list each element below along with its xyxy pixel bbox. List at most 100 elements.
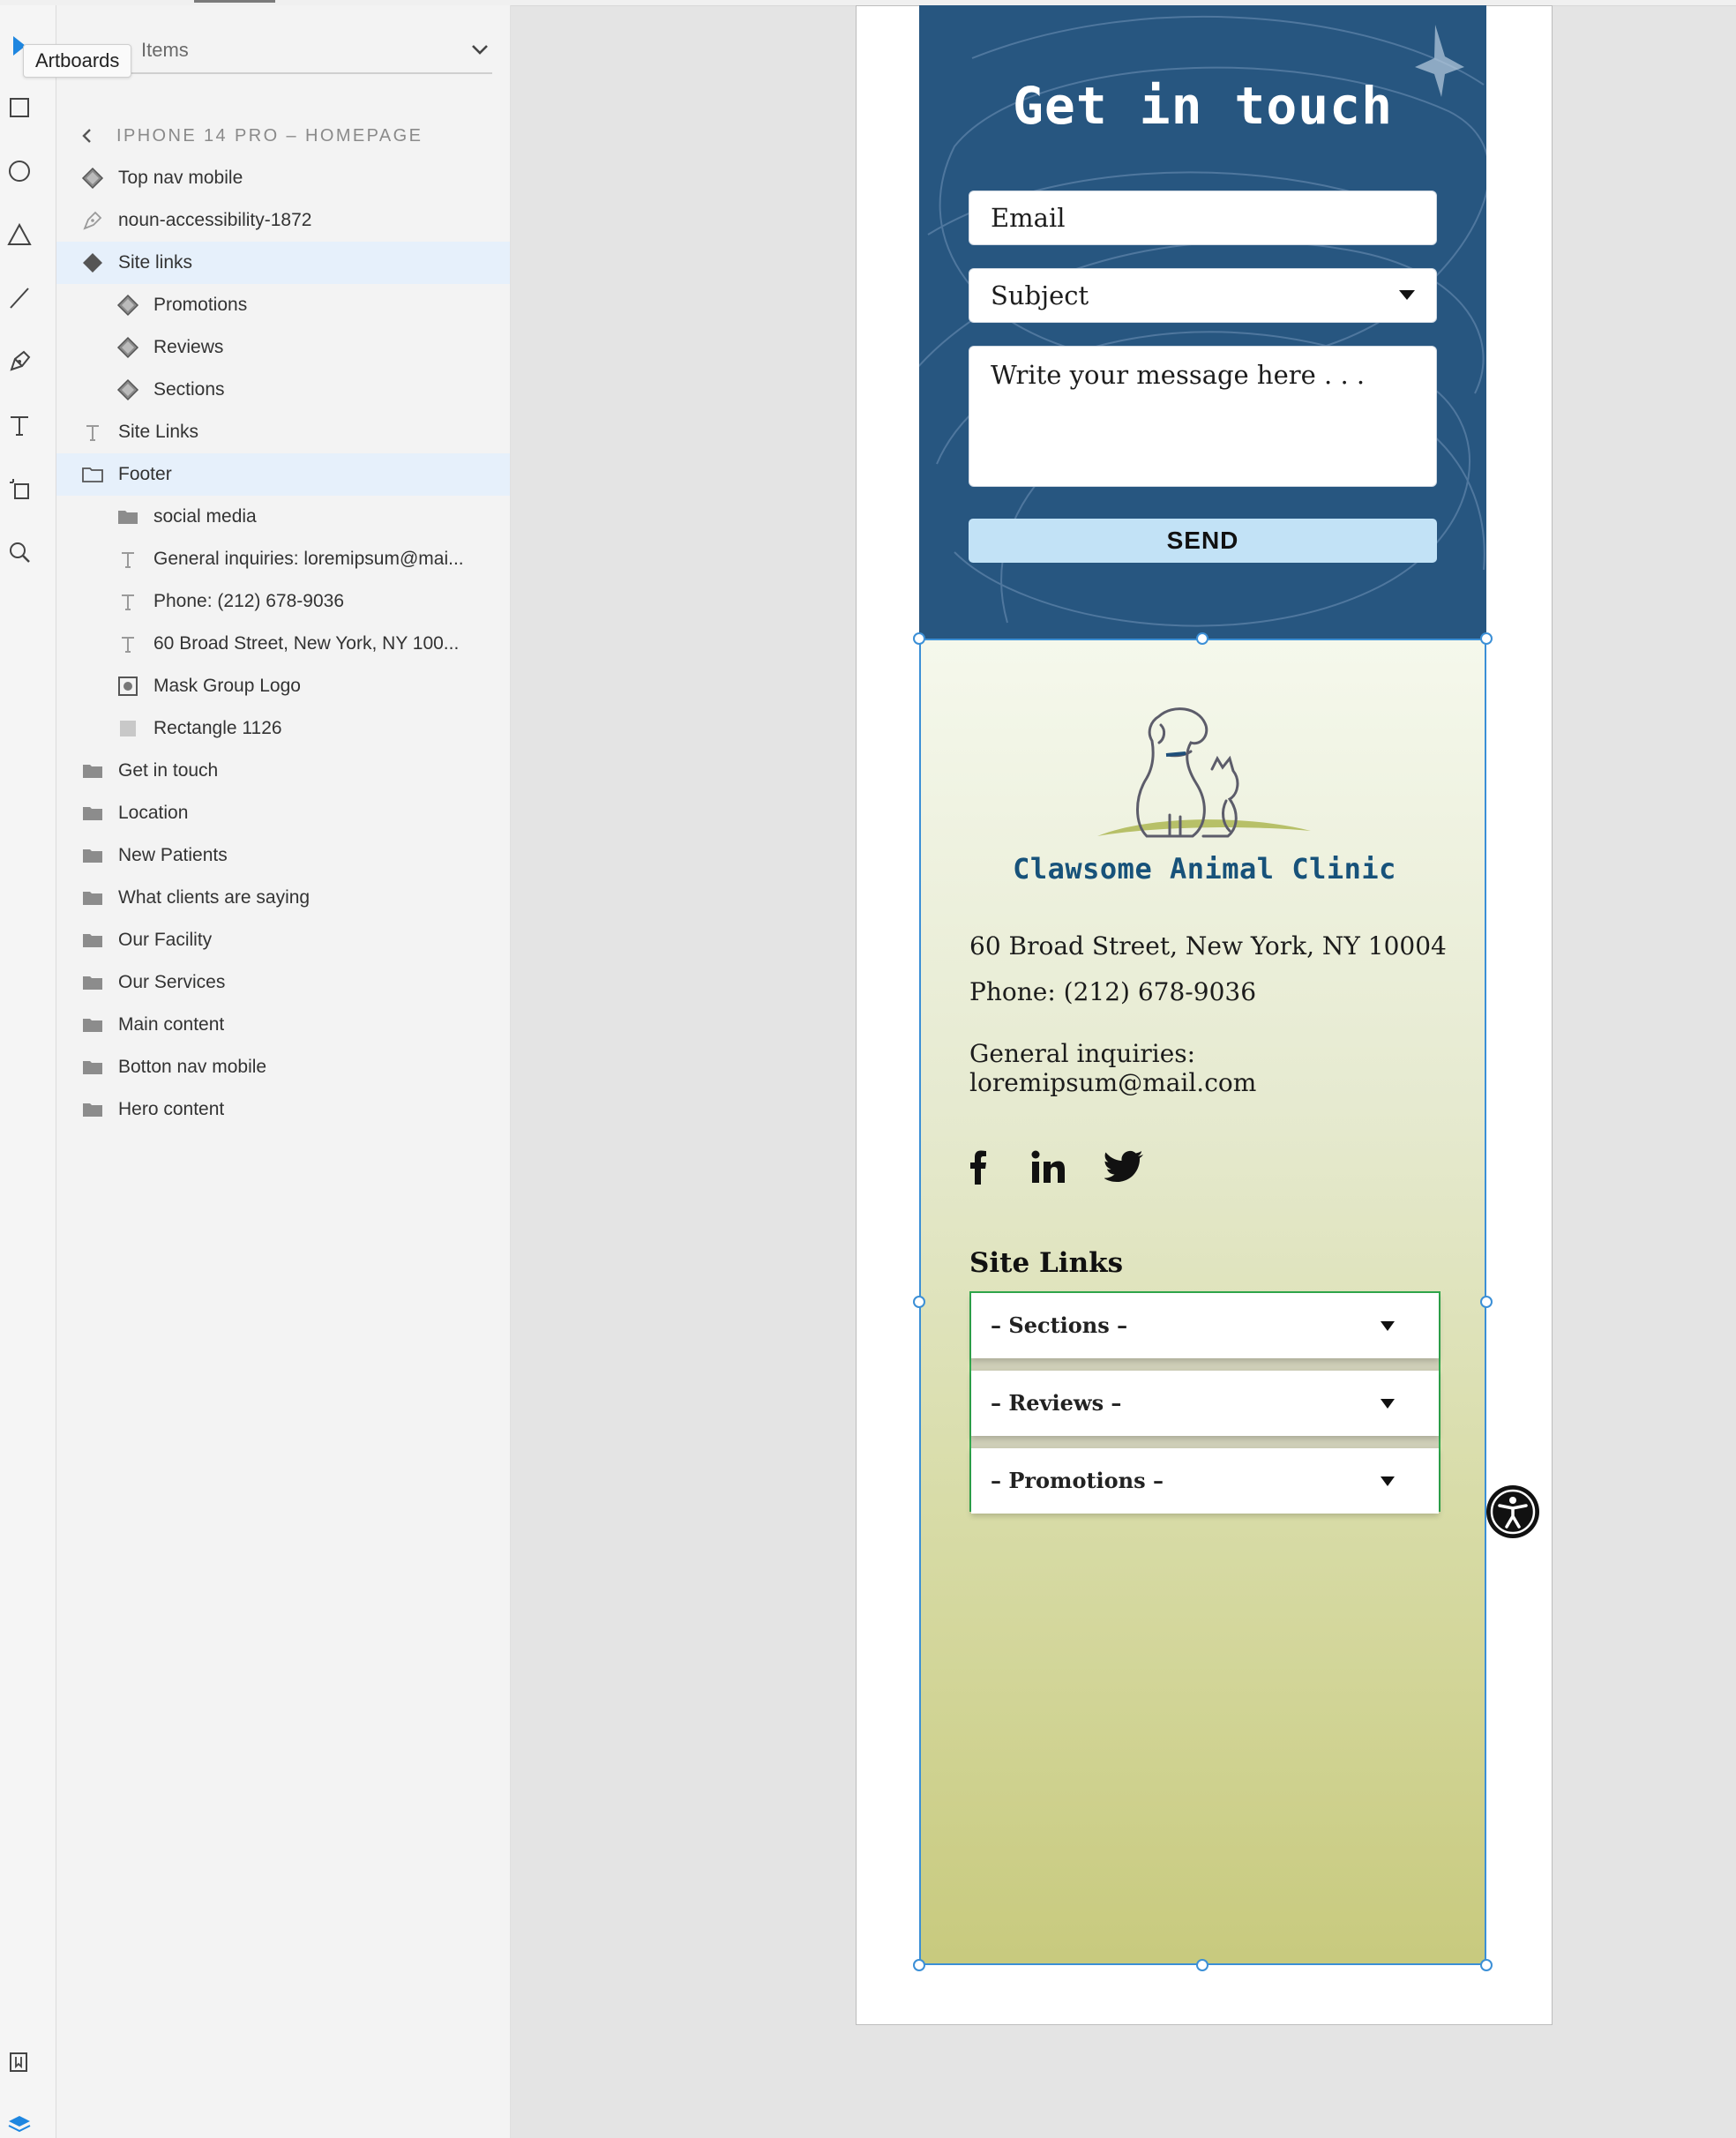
layer-row[interactable]: Phone: (212) 678-9036 [56, 580, 510, 623]
component-main-icon [81, 251, 104, 274]
text-tool-icon[interactable] [5, 411, 34, 439]
layer-label: General inquiries: loremipsum@mai... [153, 549, 464, 569]
subject-select[interactable]: Subject [969, 268, 1437, 323]
layer-label: Mask Group Logo [153, 676, 301, 696]
twitter-icon[interactable] [1104, 1145, 1143, 1189]
folder-icon [81, 844, 104, 867]
site-links-group: – Sections – – Reviews – – Promotions – [969, 1291, 1440, 1514]
layer-row[interactable]: Site links [56, 242, 510, 284]
layer-row[interactable]: Our Services [56, 961, 510, 1004]
active-tab-indicator [194, 0, 275, 3]
folder-icon [81, 1013, 104, 1036]
layer-label: Phone: (212) 678-9036 [153, 591, 344, 611]
layer-row[interactable]: New Patients [56, 834, 510, 877]
component-icon [116, 378, 139, 401]
layer-row[interactable]: 60 Broad Street, New York, NY 100... [56, 623, 510, 665]
mask-icon [116, 675, 139, 698]
rectangle-tool-icon[interactable] [5, 93, 34, 122]
chevron-left-icon[interactable] [78, 126, 97, 146]
footer-section[interactable]: Clawsome Animal Clinic 60 Broad Street, … [919, 639, 1486, 1965]
reviews-dropdown[interactable]: – Reviews – [971, 1371, 1439, 1436]
clinic-name: Clawsome Animal Clinic [1013, 852, 1396, 886]
pen-path-icon [81, 209, 104, 232]
layer-label: Our Facility [118, 930, 213, 950]
layer-row[interactable]: noun-accessibility-1872 [56, 199, 510, 242]
accessibility-icon[interactable] [1485, 1484, 1540, 1539]
folder-icon [81, 886, 104, 909]
layer-row[interactable]: What clients are saying [56, 877, 510, 919]
promotions-dropdown[interactable]: – Promotions – [971, 1448, 1439, 1514]
layer-label: Promotions [153, 295, 248, 315]
selection-handle[interactable] [913, 1959, 925, 1971]
layer-label: Get in touch [118, 760, 219, 781]
layer-label: Site Links [118, 422, 199, 442]
text-icon [116, 548, 139, 571]
layer-row[interactable]: social media [56, 496, 510, 538]
selection-handle[interactable] [1480, 1296, 1493, 1308]
text-icon [81, 421, 104, 444]
breadcrumb-label: IPHONE 14 PRO – HOMEPAGE [116, 125, 423, 146]
linkedin-icon[interactable] [1030, 1145, 1066, 1189]
layer-row[interactable]: Mask Group Logo [56, 665, 510, 707]
artboards-tooltip: Artboards [23, 44, 132, 78]
get-in-touch-section[interactable]: Get in touch Email Subject Write your me… [919, 5, 1486, 639]
email-text: General inquiries: loremipsum@mail.com [969, 1039, 1257, 1097]
pen-tool-icon[interactable] [5, 348, 34, 376]
selection-handle[interactable] [1480, 1959, 1493, 1971]
layer-row[interactable]: Top nav mobile [56, 157, 510, 199]
folder-icon [81, 929, 104, 952]
dropdown-label: – Sections – [991, 1312, 1128, 1338]
folder-icon [81, 759, 104, 782]
text-icon [116, 590, 139, 613]
chevron-down-icon[interactable] [468, 37, 492, 62]
layer-row[interactable]: Sections [56, 369, 510, 411]
layer-row[interactable]: Location [56, 792, 510, 834]
site-links-title: Site Links [969, 1247, 1124, 1279]
selection-handle[interactable] [1196, 1959, 1208, 1971]
layer-row[interactable]: Main content [56, 1004, 510, 1046]
layer-label: social media [153, 506, 257, 527]
panel-header[interactable]: Items [83, 34, 492, 74]
layer-row[interactable]: Our Facility [56, 919, 510, 961]
facebook-icon[interactable] [965, 1145, 991, 1189]
libraries-icon[interactable] [5, 2048, 34, 2076]
layer-row[interactable]: Botton nav mobile [56, 1046, 510, 1088]
layer-row[interactable]: Hero content [56, 1088, 510, 1131]
artboard-tool-icon[interactable] [5, 475, 34, 503]
tool-rail [0, 5, 56, 2138]
folder-icon [81, 1098, 104, 1121]
zoom-tool-icon[interactable] [5, 538, 34, 566]
rectangle-icon [116, 717, 139, 740]
layer-row[interactable]: Footer [56, 453, 510, 496]
layers-icon[interactable] [5, 2110, 34, 2138]
selection-handle[interactable] [1196, 632, 1208, 645]
breadcrumb[interactable]: IPHONE 14 PRO – HOMEPAGE [78, 122, 423, 150]
message-textarea[interactable]: Write your message here . . . [969, 346, 1437, 487]
layer-label: Footer [118, 464, 172, 484]
text-icon [116, 632, 139, 655]
layer-row[interactable]: Promotions [56, 284, 510, 326]
send-button[interactable]: SEND [969, 519, 1437, 563]
layer-row[interactable]: Rectangle 1126 [56, 707, 510, 750]
layer-label: Reviews [153, 337, 224, 357]
polygon-tool-icon[interactable] [5, 221, 34, 249]
subject-placeholder: Subject [991, 280, 1089, 310]
layer-row[interactable]: Site Links [56, 411, 510, 453]
address-text: 60 Broad Street, New York, NY 10004 [969, 931, 1447, 961]
line-tool-icon[interactable] [5, 284, 34, 312]
email-field[interactable]: Email [969, 191, 1437, 245]
layer-row[interactable]: Get in touch [56, 750, 510, 792]
selection-handle[interactable] [913, 632, 925, 645]
layer-row[interactable]: General inquiries: loremipsum@mai... [56, 538, 510, 580]
selection-handle[interactable] [913, 1296, 925, 1308]
layer-row[interactable]: Reviews [56, 326, 510, 369]
folder-icon [116, 505, 139, 528]
caret-down-icon [1381, 1476, 1395, 1486]
folder-icon [81, 971, 104, 994]
ellipse-tool-icon[interactable] [5, 157, 34, 185]
selection-handle[interactable] [1480, 632, 1493, 645]
folder-icon [81, 1056, 104, 1079]
sections-dropdown[interactable]: – Sections – [971, 1293, 1439, 1358]
folder-icon [81, 802, 104, 825]
layer-label: Site links [118, 252, 193, 273]
